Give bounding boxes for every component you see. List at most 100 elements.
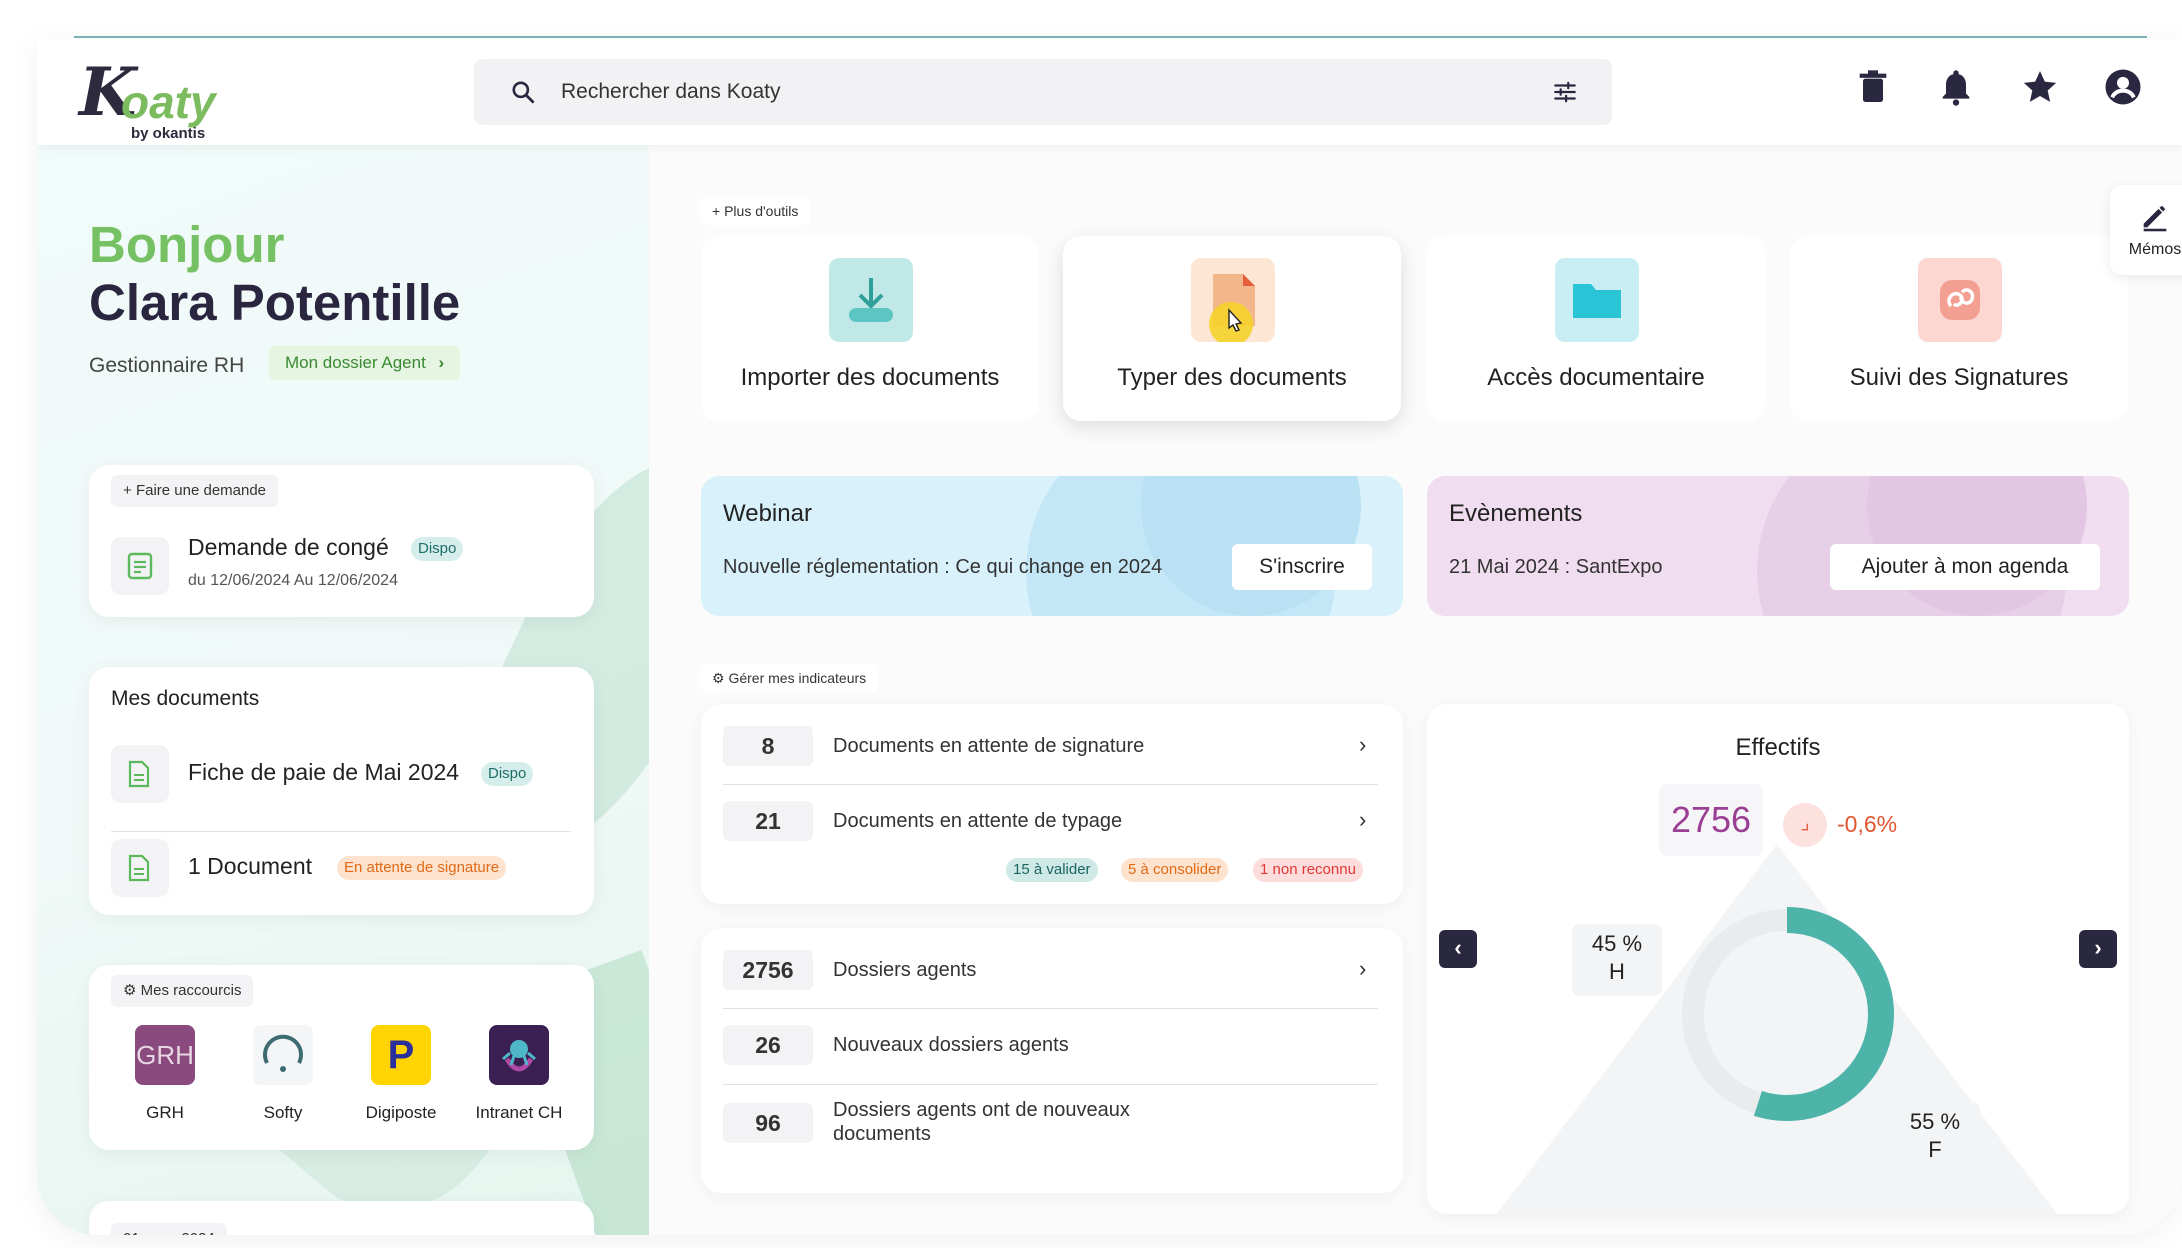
indicator-label: Dossiers agents ont de nouveaux — [833, 1099, 1130, 1121]
request-card: + Faire une demande Demande de congé Dis… — [89, 465, 594, 617]
events-text: 21 Mai 2024 : SantExpo — [1449, 556, 1663, 578]
faire-une-demande-button[interactable]: + Faire une demande — [111, 475, 279, 507]
male-percent: 45 % — [1591, 931, 1643, 956]
tag-a-valider[interactable]: 15 à valider — [1006, 858, 1098, 882]
divider — [723, 1084, 1378, 1085]
events-title: Evènements — [1449, 500, 1583, 527]
star-icon[interactable] — [2020, 67, 2060, 107]
user-name: Clara Potentille — [89, 274, 461, 331]
webinar-title: Webinar — [723, 500, 812, 527]
indicator-label[interactable]: Documents en attente de signature — [833, 735, 1144, 758]
female-percent: 55 % — [1909, 1109, 1961, 1134]
status-badge: Dispo — [481, 762, 534, 786]
trend-down-icon: ⌟ — [1783, 803, 1827, 847]
chevron-left-icon[interactable]: ‹ — [1439, 930, 1477, 968]
indicator-value: 8 — [723, 726, 813, 766]
user-account-icon[interactable] — [2103, 67, 2143, 107]
indicator-value: 21 — [723, 801, 813, 841]
document-item-label[interactable]: 1 Document — [188, 853, 312, 880]
chevron-right-icon[interactable]: › — [1359, 807, 1366, 833]
ajouter-agenda-button[interactable]: Ajouter à mon agenda — [1830, 544, 2100, 590]
shortcut-label[interactable]: Digiposte — [346, 1103, 456, 1123]
effectifs-card: Effectifs 2756 ⌟ -0,6% ‹ › 45 % H 55 % F — [1427, 704, 2129, 1214]
app-window: K oaty by okantis Rechercher dans Koaty … — [37, 39, 2182, 1235]
shortcut-label[interactable]: GRH — [110, 1103, 220, 1123]
bell-icon[interactable] — [1936, 67, 1976, 107]
chevron-right-icon[interactable]: › — [1359, 732, 1366, 758]
document-item-label[interactable]: Fiche de paie de Mai 2024 — [188, 759, 459, 786]
divider — [723, 1008, 1378, 1009]
indicator-label[interactable]: Documents en attente de typage — [833, 810, 1122, 833]
leave-request-title[interactable]: Demande de congé — [188, 534, 389, 561]
document-icon — [111, 839, 169, 897]
effectifs-title: Effectifs — [1735, 734, 1821, 761]
chevron-right-icon[interactable]: › — [2079, 930, 2117, 968]
plus-d-outils-button[interactable]: + Plus d'outils — [700, 197, 811, 225]
memos-button[interactable]: Mémos — [2110, 185, 2182, 275]
download-icon — [829, 258, 913, 342]
indicator-label[interactable]: Dossiers agents — [833, 959, 976, 982]
mes-raccourcis-button[interactable]: ⚙ Mes raccourcis — [111, 975, 254, 1007]
signature-icon — [1918, 258, 2002, 342]
divider — [723, 784, 1378, 785]
header: K oaty by okantis Rechercher dans Koaty — [37, 39, 2182, 145]
gerer-indicateurs-label: Gérer mes indicateurs — [728, 670, 867, 686]
leave-request-dates: du 12/06/2024 Au 12/06/2024 — [188, 572, 398, 589]
left-panel: Bonjour Clara Potentille Gestionnaire RH… — [37, 145, 649, 1235]
softy-logo[interactable] — [253, 1025, 313, 1085]
tag-non-reconnu[interactable]: 1 non reconnu — [1253, 858, 1363, 882]
chevron-right-icon: › — [438, 353, 445, 372]
indicator-value: 96 — [723, 1103, 813, 1143]
mon-dossier-agent-button[interactable]: Mon dossier Agent › — [269, 346, 461, 380]
gerer-indicateurs-button[interactable]: ⚙ Gérer mes indicateurs — [700, 664, 879, 692]
chevron-right-icon[interactable]: › — [1359, 956, 1366, 982]
female-letter: F — [1928, 1137, 1942, 1162]
indicator-label-line2: documents — [833, 1123, 931, 1145]
folder-icon — [1555, 258, 1639, 342]
shortcut-label[interactable]: Intranet CH — [464, 1103, 574, 1123]
grh-logo[interactable]: GRH — [135, 1025, 195, 1085]
top-border-line — [74, 36, 2147, 38]
status-badge: Dispo — [411, 537, 464, 561]
tag-a-consolider[interactable]: 5 à consolider — [1121, 858, 1229, 882]
digiposte-logo[interactable]: P — [371, 1025, 431, 1085]
events-banner: Evènements 21 Mai 2024 : SantExpo Ajoute… — [1427, 476, 2129, 616]
tool-suivi-signatures[interactable]: Suivi des Signatures — [1790, 236, 2128, 421]
tool-typer-documents[interactable]: Typer des documents — [1063, 236, 1401, 421]
mes-raccourcis-label: Mes raccourcis — [140, 982, 242, 999]
indicators-card-documents: 8 Documents en attente de signature › 21… — [701, 704, 1403, 904]
form-icon — [111, 537, 169, 595]
tool-label: Importer des documents — [740, 364, 1000, 391]
filter-settings-icon[interactable] — [1552, 79, 1578, 105]
female-share-label: 55 % F — [1890, 1102, 1980, 1174]
tool-label: Suivi des Signatures — [1849, 364, 2069, 391]
indicator-label: Nouveaux dossiers agents — [833, 1034, 1069, 1056]
webinar-banner: Webinar Nouvelle réglementation : Ce qui… — [701, 476, 1403, 616]
faire-une-demande-label: Faire une demande — [135, 482, 267, 499]
tool-label: Accès documentaire — [1487, 364, 1705, 391]
documents-card-title: Mes documents — [111, 687, 260, 710]
mon-dossier-agent-label: Mon dossier Agent — [285, 353, 426, 372]
shortcut-label[interactable]: Softy — [228, 1103, 338, 1123]
trash-icon[interactable] — [1853, 67, 1893, 107]
tool-acces-documentaire[interactable]: Accès documentaire — [1427, 236, 1765, 421]
document-type-icon — [1191, 258, 1275, 346]
male-letter: H — [1609, 959, 1625, 984]
tool-importer-documents[interactable]: Importer des documents — [701, 236, 1039, 421]
search-bar[interactable]: Rechercher dans Koaty — [474, 59, 1612, 125]
search-input[interactable]: Rechercher dans Koaty — [561, 80, 780, 104]
koaty-logo[interactable]: K oaty by okantis — [79, 47, 239, 143]
logo-byline: by okantis — [131, 125, 206, 142]
webinar-text: Nouvelle réglementation : Ce qui change … — [723, 556, 1163, 578]
sinscrire-button[interactable]: S'inscrire — [1232, 544, 1372, 590]
effectifs-total: 2756 — [1659, 784, 1763, 856]
effectifs-trend: -0,6% — [1837, 811, 1898, 837]
news-date: 01 mars 2024 — [111, 1223, 227, 1235]
status-badge: En attente de signature — [337, 856, 507, 880]
intranet-ch-logo[interactable] — [489, 1025, 549, 1085]
plus-icon: + — [123, 482, 136, 499]
tool-label: Typer des documents — [1117, 364, 1347, 391]
effectifs-donut-chart — [1680, 907, 1894, 1121]
news-card: 01 mars 2024 — [89, 1201, 594, 1235]
memos-label: Mémos — [2128, 241, 2182, 258]
